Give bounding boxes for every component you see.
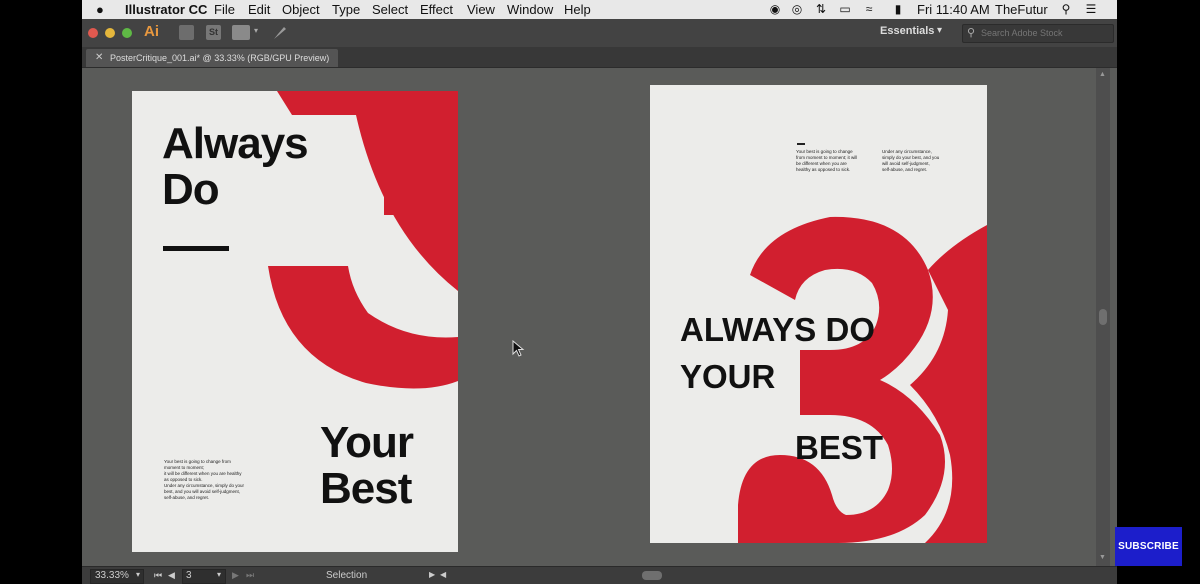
menubar-clock[interactable]: Fri 11:40 AM	[917, 1, 990, 18]
subscribe-button[interactable]: SUBSCRIBE	[1115, 527, 1182, 566]
document-title: PosterCritique_001.ai* @ 33.33% (RGB/GPU…	[110, 53, 330, 63]
mouse-pointer-icon	[512, 340, 525, 357]
apple-icon[interactable]: ●	[96, 1, 104, 18]
wifi-icon[interactable]: ≈	[862, 2, 876, 16]
chevron-down-icon[interactable]: ▾	[217, 570, 221, 579]
notification-center-icon[interactable]: ☰	[1084, 2, 1098, 16]
last-artboard-icon[interactable]: ⏭	[246, 570, 254, 581]
zoom-window-button[interactable]	[122, 28, 132, 38]
workspace-switcher[interactable]: Essentials	[880, 25, 934, 37]
scroll-up-icon[interactable]: ▲	[1099, 71, 1106, 78]
stock-search-input[interactable]	[981, 26, 1107, 40]
bridge-icon[interactable]	[179, 25, 194, 40]
headline-line-1: Always	[162, 119, 309, 168]
footer-line-2: Best	[320, 464, 412, 513]
artboard-right-poster[interactable]: Your best is going to change from moment…	[650, 85, 987, 543]
document-tab-bar: ✕ PosterCritique_001.ai* @ 33.33% (RGB/G…	[82, 47, 1117, 68]
minimize-window-button[interactable]	[105, 28, 115, 38]
macos-menubar: ● Illustrator CC File Edit Object Type S…	[82, 0, 1117, 19]
zoom-value: 33.33%	[95, 570, 129, 581]
accent-dash	[163, 246, 229, 251]
artboard-left-poster[interactable]: Always Do Your Best Your best is going t…	[132, 91, 458, 552]
chevron-down-icon[interactable]: ▾	[937, 25, 942, 36]
menubar-user[interactable]: TheFutur	[995, 1, 1048, 18]
menu-file[interactable]: File	[214, 1, 235, 18]
headline: Always Do	[162, 119, 309, 214]
sync-icon[interactable]: ⇅	[814, 2, 828, 16]
arrange-documents-icon[interactable]	[232, 25, 250, 40]
rocket-icon[interactable]	[272, 25, 288, 41]
status-bar: 33.33% ▾ ⏮ ◀ 3 ▾ ▶ ⏭ Selection ▶ ◀	[82, 566, 1117, 584]
first-artboard-icon[interactable]: ⏮	[154, 570, 162, 581]
application-bar: Ai St ▾ Essentials ▾ ⚲	[82, 19, 1117, 47]
headline: ALWAYS DO YOUR	[680, 311, 875, 395]
menu-effect[interactable]: Effect	[420, 1, 453, 18]
menu-edit[interactable]: Edit	[248, 1, 270, 18]
body-line: self-abuse, and regret.	[882, 167, 928, 172]
menu-type[interactable]: Type	[332, 1, 360, 18]
best-word: BEST	[795, 429, 884, 466]
footer-headline: Your Best	[320, 418, 414, 513]
footer-line-1: Your	[320, 418, 414, 467]
artboard-number: 3	[186, 570, 192, 581]
battery-icon[interactable]: ▮	[888, 2, 908, 16]
spotlight-search-icon[interactable]: ⚲	[1059, 2, 1073, 16]
body-column-1: Your best is going to change from moment…	[796, 149, 872, 173]
headline-line-2: Do	[162, 165, 220, 214]
next-artboard-icon[interactable]: ▶	[232, 570, 239, 581]
body-line: healthy as opposed to sick.	[796, 167, 851, 172]
menu-view[interactable]: View	[467, 1, 495, 18]
scroll-left-icon[interactable]: ◀	[440, 570, 446, 579]
horizontal-scrollbar-thumb[interactable]	[642, 571, 662, 580]
vertical-scrollbar[interactable]: ▲ ▼	[1096, 68, 1110, 566]
creative-cloud-icon[interactable]: ◎	[790, 2, 804, 16]
scroll-down-icon[interactable]: ▼	[1099, 554, 1106, 561]
body-copy: Your best is going to change from moment…	[164, 459, 269, 501]
body-line: self-abuse, and regret.	[164, 495, 210, 500]
chevron-down-icon[interactable]: ▾	[136, 570, 140, 579]
scrollbar-thumb[interactable]	[1099, 309, 1107, 325]
app-menu[interactable]: Illustrator CC	[125, 1, 207, 18]
previous-artboard-icon[interactable]: ◀	[168, 570, 175, 581]
airplay-icon[interactable]: ▭	[838, 2, 852, 16]
document-tab[interactable]: ✕ PosterCritique_001.ai* @ 33.33% (RGB/G…	[86, 49, 338, 67]
body-column-2: Under any circumstance, simply do your b…	[882, 149, 958, 173]
close-window-button[interactable]	[88, 28, 98, 38]
menu-select[interactable]: Select	[372, 1, 408, 18]
accent-dash	[797, 143, 805, 145]
search-icon: ⚲	[967, 27, 976, 39]
status-menu-icon[interactable]: ▶	[429, 570, 435, 579]
chevron-down-icon[interactable]: ▾	[254, 26, 258, 35]
menu-object[interactable]: Object	[282, 1, 320, 18]
menu-help[interactable]: Help	[564, 1, 591, 18]
illustrator-logo: Ai	[144, 23, 159, 40]
adobe-stock-search[interactable]: ⚲	[962, 24, 1114, 43]
screen: ● Illustrator CC File Edit Object Type S…	[82, 0, 1117, 584]
close-tab-icon[interactable]: ✕	[95, 52, 103, 63]
stock-icon[interactable]: St	[206, 25, 221, 40]
current-tool-label[interactable]: Selection	[326, 570, 367, 581]
record-icon[interactable]: ◉	[768, 2, 782, 16]
menu-window[interactable]: Window	[507, 1, 553, 18]
